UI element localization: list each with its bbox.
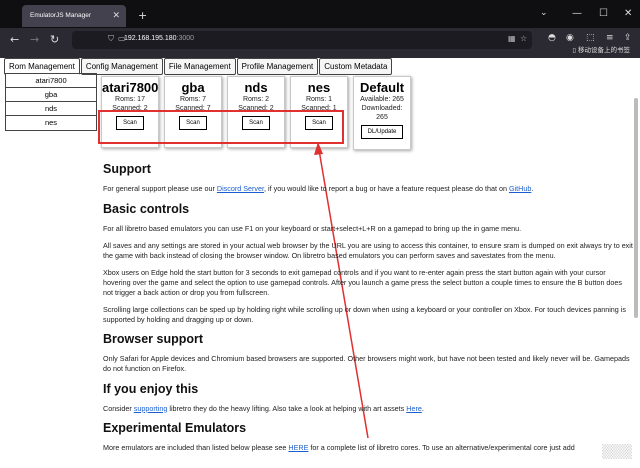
forward-icon[interactable]: → [30,33,39,46]
basic-paragraph-2: All saves and any settings are stored in… [103,241,633,260]
scrollbar[interactable] [634,98,638,318]
menu-icon[interactable]: ≡ [606,33,614,43]
maximize-icon[interactable]: ☐ [599,8,608,19]
mobile-bookmarks-label: 移动设备上的书签 [578,46,630,54]
tab-title: EmulatorJS Manager [30,12,92,19]
arrow-head [314,142,323,155]
account-icon[interactable]: ◉ [566,33,574,43]
discord-link[interactable]: Discord Server [217,184,264,193]
github-link[interactable]: GitHub [509,184,531,193]
minimize-icon[interactable]: — [572,8,582,19]
url-text[interactable]: 192.168.195.180:3000 [124,35,194,42]
shield-icon[interactable]: ⛉ [108,34,114,44]
browser-titlebar: EmulatorJS Manager ✕ + ⌄ — ☐ ✕ [0,0,640,28]
enjoy-paragraph: Consider supporting libretro they do the… [103,403,424,413]
back-icon[interactable]: ← [10,33,19,46]
help-content: Support For general support please use o… [103,162,633,461]
qr-icon[interactable]: ▦ [508,34,516,43]
experimental-paragraph: More emulators are included than listed … [103,443,575,453]
share-icon[interactable]: ⇪ [624,33,632,43]
support-heading: Support [103,162,151,176]
url-port: :3000 [176,35,195,42]
url-host: 192.168.195.180 [124,35,177,42]
bookmark-star-icon[interactable]: ☆ [520,34,527,43]
supporting-link[interactable]: supporting [134,404,168,413]
tab-close-icon[interactable]: ✕ [112,10,120,21]
basic-paragraph-1: For all libretro based emulators you can… [103,223,522,233]
enjoy-heading: If you enjoy this [103,381,199,396]
support-paragraph: For general support please use our Disco… [103,184,534,193]
browser-toolbar: ← → ↻ ⛉ ▭ 192.168.195.180:3000 ▦ ☆ ◓ ◉ ⬚… [0,28,640,52]
new-tab-icon[interactable]: + [138,9,147,22]
url-bar[interactable]: ⛉ ▭ 192.168.195.180:3000 ▦ ☆ [72,31,532,49]
browser-support-heading: Browser support [103,332,204,347]
mobile-bookmarks[interactable]: ▯ 移动设备上的书签 [572,44,630,54]
browser-support-paragraph: Only Safari for Apple devices and Chromi… [103,354,630,373]
pocket-icon[interactable]: ◓ [548,33,556,43]
here-art-link[interactable]: Here [406,404,422,413]
basic-paragraph-4: Scrolling large collections can be sped … [103,305,626,324]
here-cores-link[interactable]: HERE [288,443,308,452]
basic-paragraph-3: Xbox users on Edge hold the start button… [103,268,623,297]
page-content: Rom Management Config Management File Ma… [0,58,640,468]
reload-icon[interactable]: ↻ [50,33,59,46]
watermark-logo: ▒▒▒ [602,445,632,460]
tab-list-icon[interactable]: ⌄ [540,8,548,18]
experimental-heading: Experimental Emulators [103,421,247,436]
extensions-icon[interactable]: ⬚ [586,33,595,43]
basic-controls-heading: Basic controls [103,201,190,216]
browser-tab[interactable]: EmulatorJS Manager ✕ [22,5,126,27]
close-window-icon[interactable]: ✕ [624,8,632,19]
